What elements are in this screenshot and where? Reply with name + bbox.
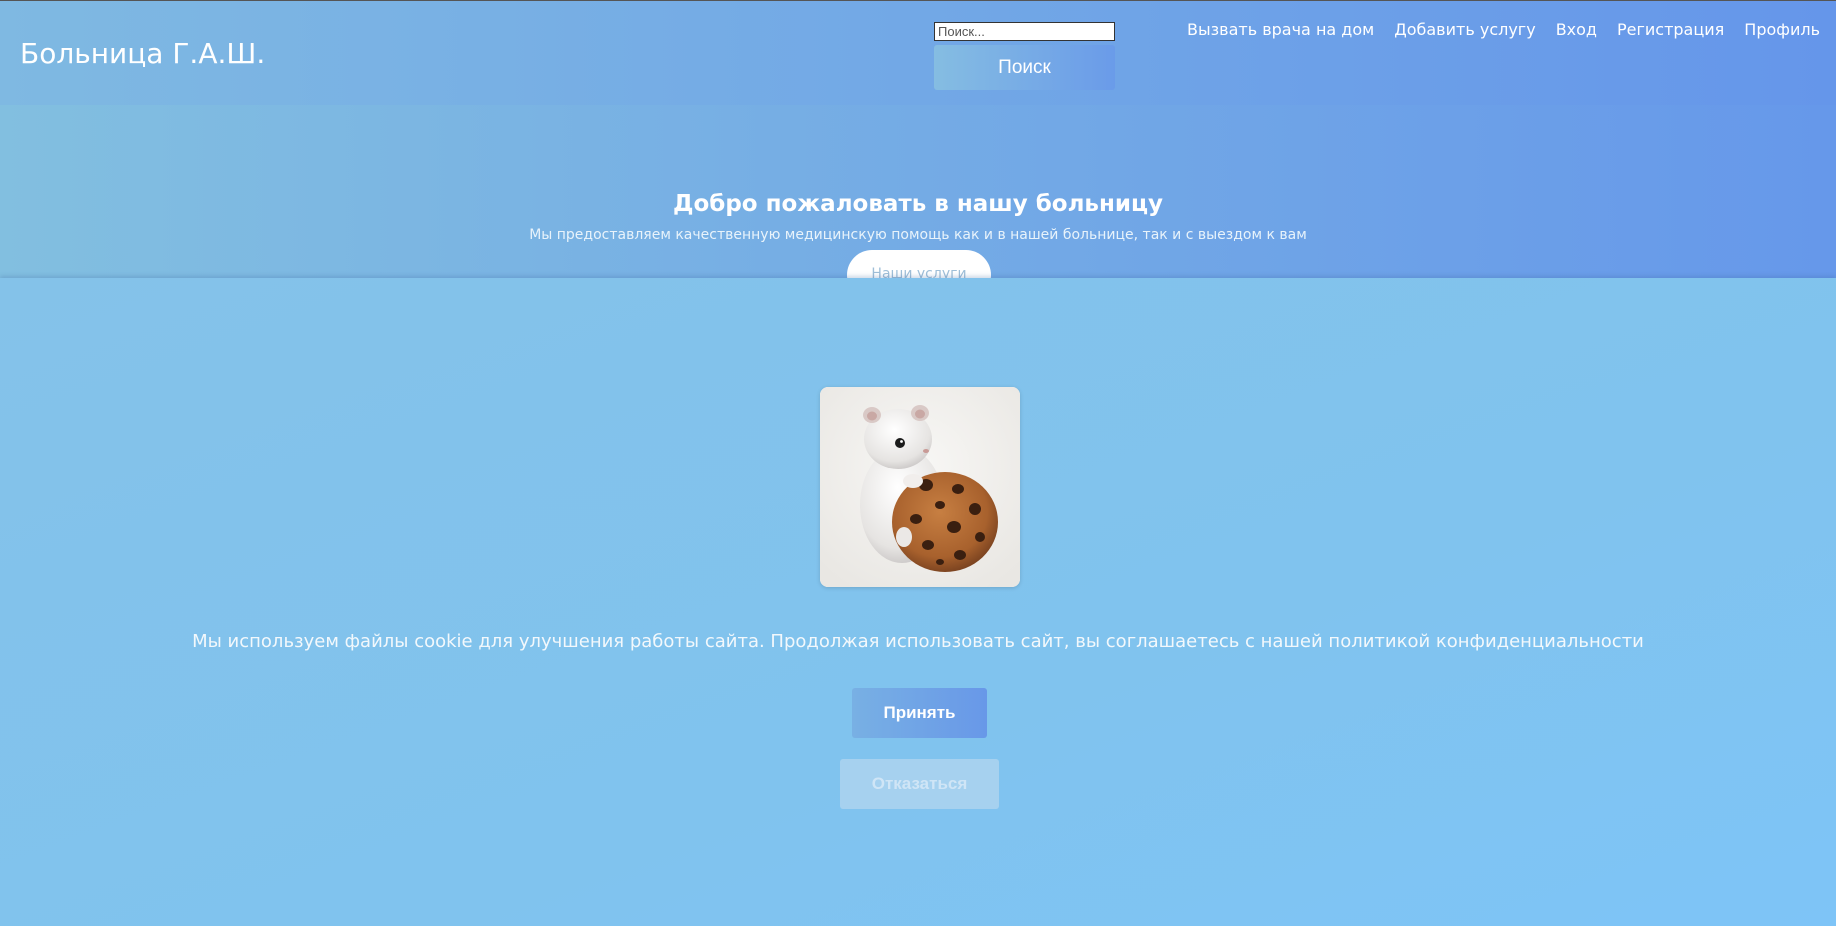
our-services-button[interactable]: Наши услуги: [847, 250, 991, 278]
nav-login[interactable]: Вход: [1556, 20, 1597, 39]
accept-cookies-button[interactable]: Принять: [852, 688, 987, 738]
decline-cookies-button[interactable]: Отказаться: [840, 759, 999, 809]
nav-profile[interactable]: Профиль: [1744, 20, 1820, 39]
nav-call-doctor[interactable]: Вызвать врача на дом: [1187, 20, 1374, 39]
search-input[interactable]: [934, 22, 1115, 41]
hero-section: Добро пожаловать в нашу больницу Мы пред…: [0, 105, 1836, 278]
cookie-consent-overlay: Мы используем файлы cookie для улучшения…: [0, 278, 1836, 926]
search-button[interactable]: Поиск: [934, 45, 1115, 90]
nav-register[interactable]: Регистрация: [1617, 20, 1724, 39]
main-nav: Вызвать врача на дом Добавить услугу Вхо…: [1187, 20, 1820, 39]
hamster-cookie-image: [820, 387, 1020, 587]
hero-subtitle: Мы предоставляем качественную медицинску…: [529, 227, 1307, 243]
nav-add-service[interactable]: Добавить услугу: [1394, 20, 1535, 39]
hero-title: Добро пожаловать в нашу больницу: [672, 191, 1164, 217]
cookie-notice-text: Мы используем файлы cookie для улучшения…: [192, 631, 1644, 652]
site-logo[interactable]: Больница Г.А.Ш.: [20, 37, 265, 70]
site-header: Больница Г.А.Ш. Поиск Вызвать врача на д…: [0, 0, 1836, 105]
hamster-cookie-illustration: [820, 387, 1020, 587]
